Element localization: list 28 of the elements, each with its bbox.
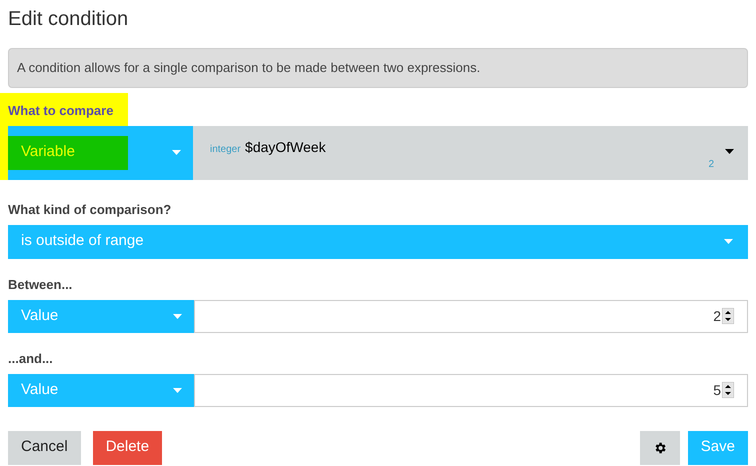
save-button[interactable]: Save bbox=[688, 430, 748, 464]
dropdown-value: Variable bbox=[8, 136, 128, 170]
source-dropdown[interactable]: Value bbox=[8, 374, 194, 406]
dialog-title: Edit condition bbox=[8, 7, 130, 32]
variable-value: 2 bbox=[708, 158, 714, 172]
caret-icon bbox=[173, 314, 182, 318]
spinner-icon[interactable] bbox=[722, 308, 734, 324]
caret-icon bbox=[724, 239, 733, 244]
section-label: What to compare bbox=[8, 102, 114, 118]
settings-icon bbox=[652, 440, 667, 454]
source-dropdown[interactable]: Variable bbox=[8, 126, 193, 180]
number-field[interactable]: 2 bbox=[194, 300, 748, 332]
section-label: Between... bbox=[8, 276, 74, 292]
caret-icon bbox=[173, 388, 182, 392]
delete-button[interactable]: Delete bbox=[92, 430, 162, 464]
caret-icon bbox=[172, 150, 181, 155]
number-field[interactable]: 5 bbox=[194, 374, 748, 406]
settings-button[interactable] bbox=[640, 430, 680, 464]
variable-name: integer $dayOfWeek bbox=[210, 138, 326, 157]
section-label: What kind of comparison? bbox=[8, 200, 172, 216]
cancel-button[interactable]: Cancel bbox=[8, 430, 81, 464]
info-message: A condition allows for a single comparison to be made between two expressions. bbox=[8, 48, 748, 88]
source-dropdown[interactable]: Value bbox=[8, 300, 194, 332]
expression-selector[interactable]: integer $dayOfWeek 2 bbox=[193, 126, 748, 180]
spinner-icon[interactable] bbox=[722, 382, 734, 398]
caret-icon bbox=[725, 148, 734, 154]
section-label: ...and... bbox=[8, 350, 54, 366]
comparison-dropdown[interactable]: is outside of range bbox=[8, 224, 748, 258]
